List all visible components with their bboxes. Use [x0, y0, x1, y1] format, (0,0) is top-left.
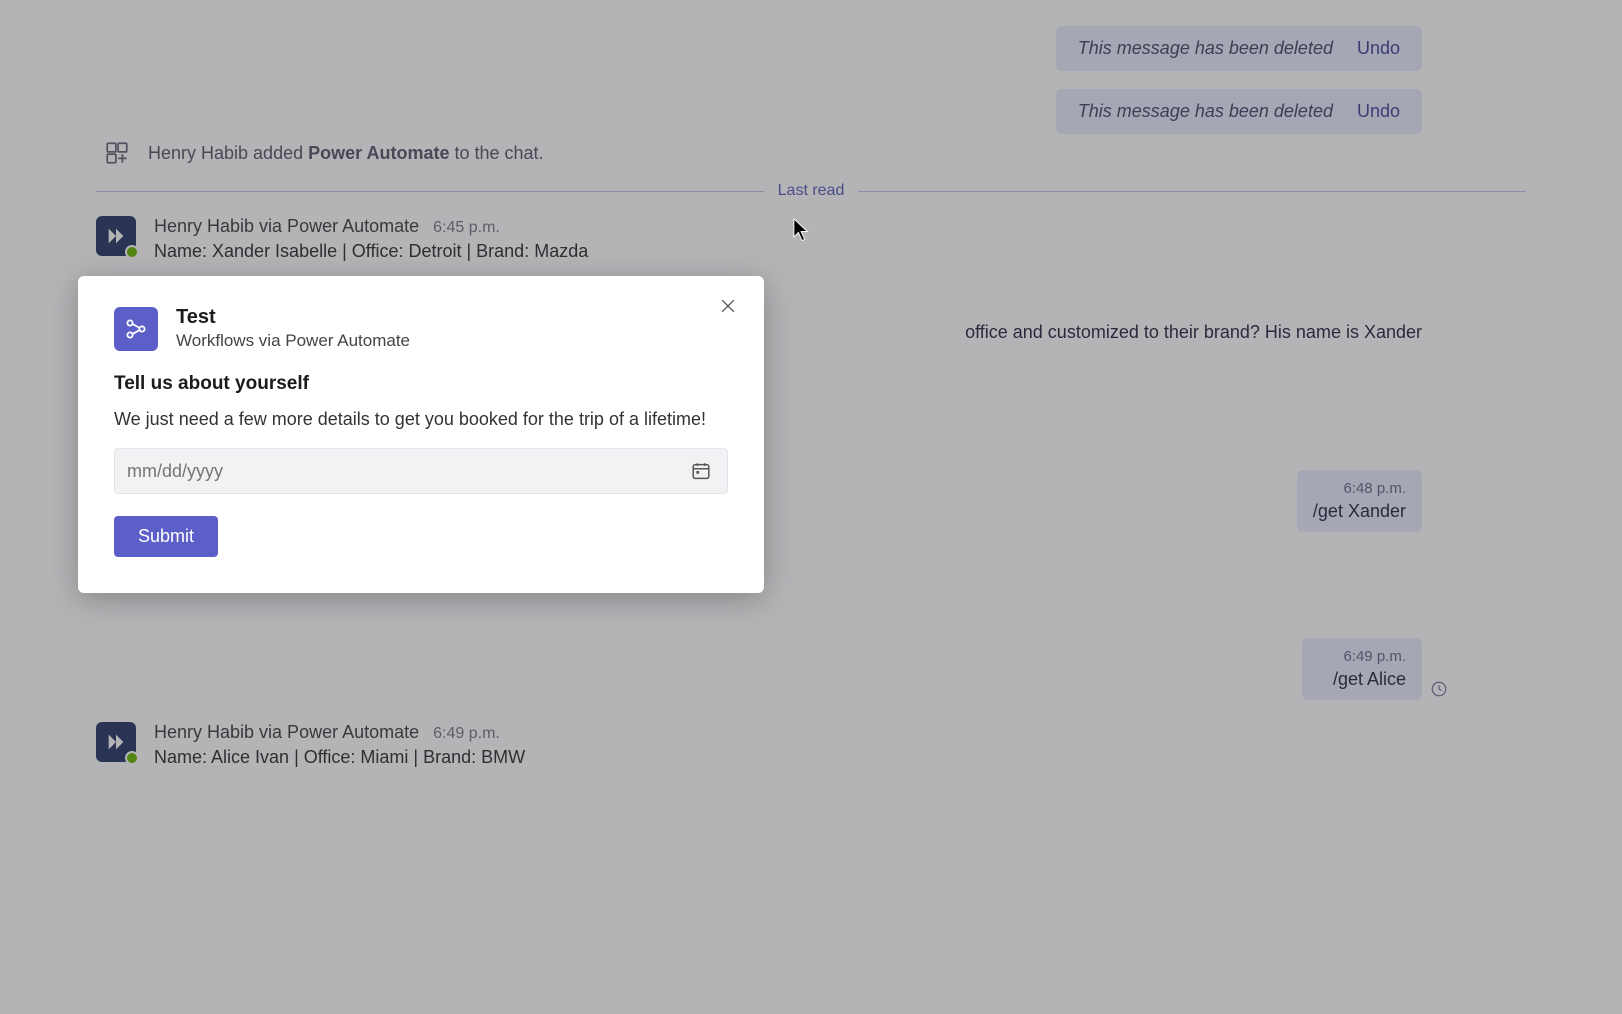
- modal-titles: Test Workflows via Power Automate: [176, 306, 410, 351]
- date-input[interactable]: [127, 461, 687, 482]
- submit-button[interactable]: Submit: [114, 516, 218, 557]
- card-heading: Tell us about yourself: [114, 373, 728, 395]
- modal-title: Test: [176, 306, 410, 329]
- calendar-icon[interactable]: [687, 457, 715, 485]
- modal-subtitle: Workflows via Power Automate: [176, 331, 410, 351]
- adaptive-card-modal: Test Workflows via Power Automate Tell u…: [78, 276, 764, 593]
- card-description: We just need a few more details to get y…: [114, 409, 728, 430]
- modal-header: Test Workflows via Power Automate: [114, 306, 728, 351]
- close-button[interactable]: [714, 292, 742, 320]
- workflows-icon: [114, 307, 158, 351]
- date-input-wrapper[interactable]: [114, 448, 728, 494]
